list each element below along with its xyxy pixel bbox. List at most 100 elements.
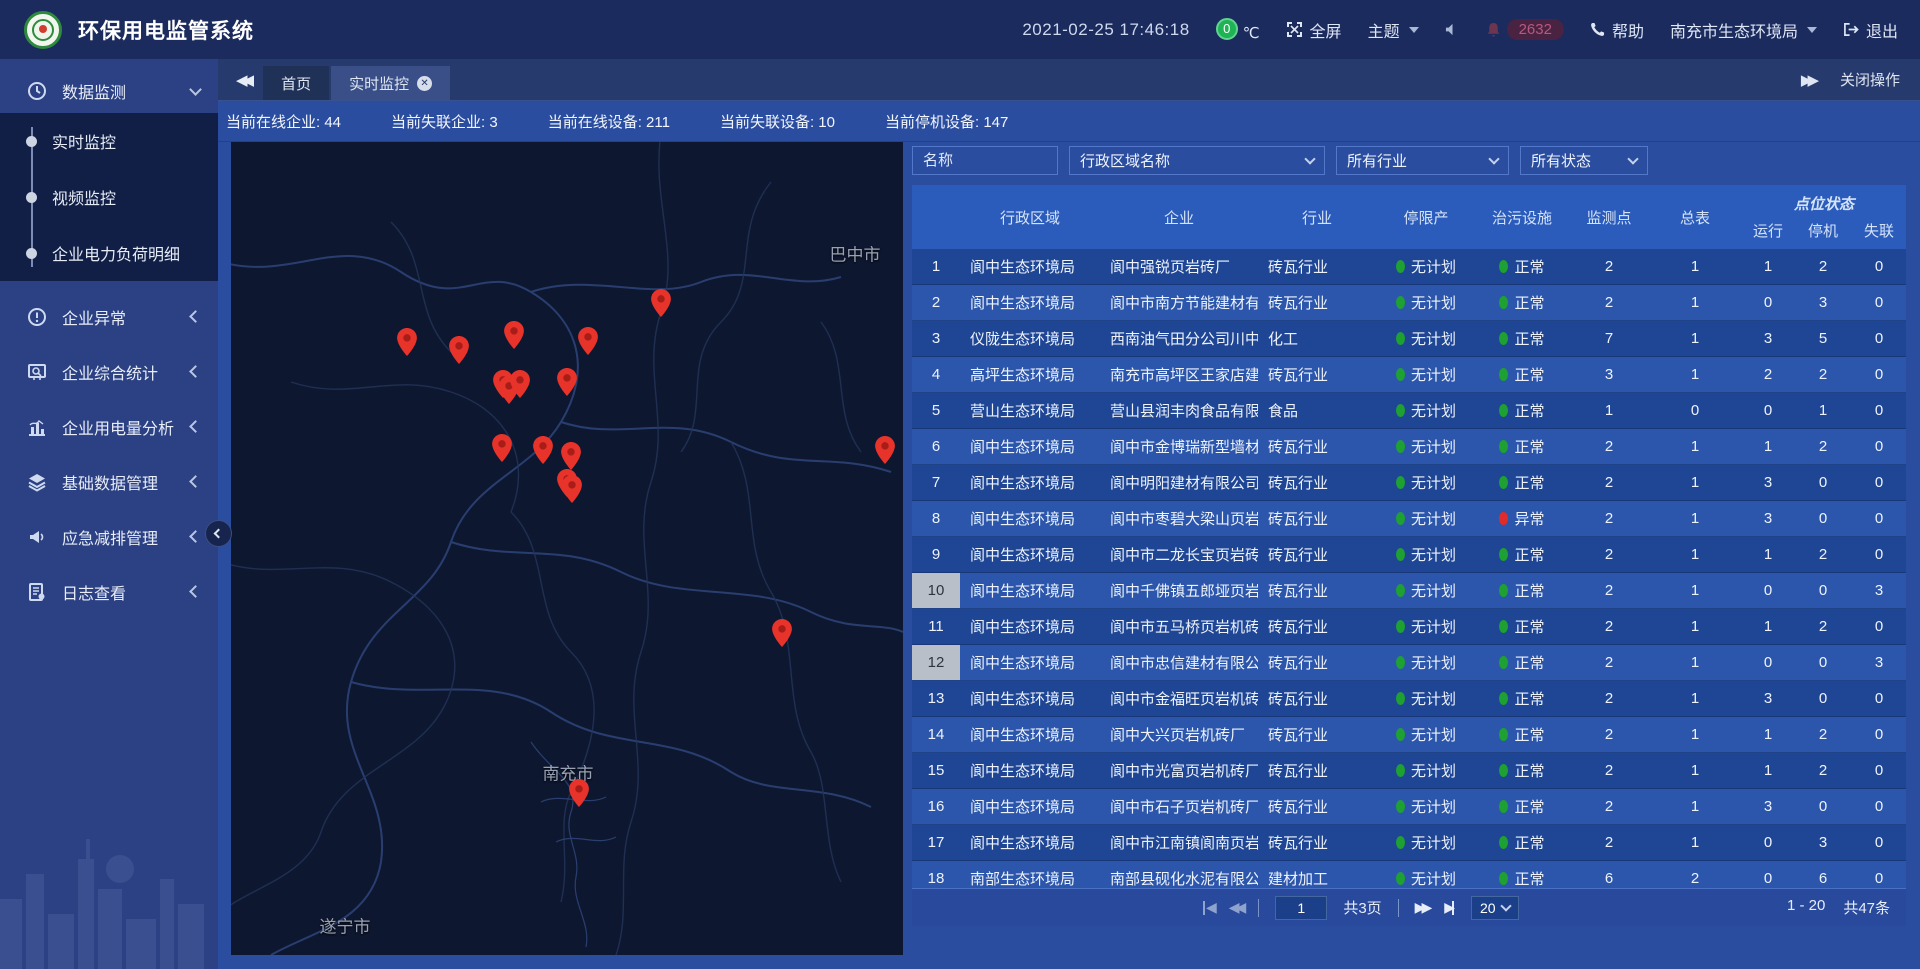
map-pin-icon[interactable]: [397, 328, 417, 356]
map-pin-icon[interactable]: [510, 370, 530, 398]
table-row[interactable]: 16阆中生态环境局阆中市石子页岩机砖厂砖瓦行业无计划正常21300: [912, 789, 1906, 825]
table-row[interactable]: 6阆中生态环境局阆中市金博瑞新型墙材砖瓦行业无计划正常21120: [912, 429, 1906, 465]
sidebar-collapse-toggle[interactable]: [205, 520, 232, 547]
sidebar-group-企业综合统计[interactable]: 企业综合统计: [0, 344, 218, 399]
notifications[interactable]: 2632: [1486, 19, 1564, 40]
table-row[interactable]: 13阆中生态环境局阆中市金福旺页岩机砖砖瓦行业无计划正常21300: [912, 681, 1906, 717]
sidebar-group-日志查看[interactable]: 日志查看: [0, 564, 218, 619]
map-pin-icon[interactable]: [533, 436, 553, 464]
table-row[interactable]: 1阆中生态环境局阆中强锐页岩砖厂砖瓦行业无计划正常21120: [912, 249, 1906, 285]
sidebar-group-label: 应急减排管理: [62, 525, 191, 549]
table-row[interactable]: 15阆中生态环境局阆中市光富页岩机砖厂砖瓦行业无计划正常21120: [912, 753, 1906, 789]
map-pin-icon[interactable]: [651, 289, 671, 317]
cell-meters: 1: [1650, 501, 1740, 536]
map-pin-icon[interactable]: [561, 442, 581, 470]
table-row[interactable]: 12阆中生态环境局阆中市忠信建材有限公砖瓦行业无计划正常21003: [912, 645, 1906, 681]
table-row[interactable]: 10阆中生态环境局阆中千佛镇五郎垭页岩砖瓦行业无计划正常21003: [912, 573, 1906, 609]
map-pin-icon[interactable]: [772, 619, 792, 647]
prev-page-button[interactable]: ◀◀: [1229, 899, 1243, 916]
cell-lost: 0: [1850, 717, 1906, 752]
map-pin-icon[interactable]: [449, 336, 469, 364]
bullet-dot-icon: [26, 248, 37, 259]
org-label: 南充市生态环境局: [1670, 18, 1798, 42]
cell-points: 2: [1568, 681, 1650, 716]
cell-lost: 0: [1850, 501, 1906, 536]
region-filter-select[interactable]: 行政区域名称: [1069, 146, 1325, 175]
status-dot-green-icon: [1499, 296, 1508, 309]
tab-首页[interactable]: 首页: [263, 66, 329, 100]
logout-button[interactable]: 退出: [1843, 18, 1898, 42]
org-dropdown[interactable]: 南充市生态环境局: [1670, 18, 1817, 42]
sidebar-group-企业异常[interactable]: 企业异常: [0, 289, 218, 344]
theme-dropdown[interactable]: 主题: [1368, 18, 1419, 42]
status-dot-green-icon: [1396, 260, 1405, 273]
last-page-button[interactable]: ▶: [1444, 899, 1455, 916]
cell-company: 阆中大兴页岩机砖厂: [1100, 717, 1258, 752]
page-number-input[interactable]: [1275, 896, 1327, 920]
status-dot-green-icon: [1396, 692, 1405, 705]
tab-label: 首页: [281, 73, 311, 94]
map-pin-icon[interactable]: [875, 436, 895, 464]
sidebar-item-企业电力负荷明细[interactable]: 企业电力负荷明细: [0, 225, 218, 281]
first-page-button[interactable]: ◀: [1202, 899, 1213, 916]
industry-filter-select[interactable]: 所有行业: [1336, 146, 1509, 175]
fullscreen-button[interactable]: 全屏: [1286, 18, 1342, 42]
sidebar-item-实时监控[interactable]: 实时监控: [0, 113, 218, 169]
status-filter-select[interactable]: 所有状态: [1520, 146, 1648, 175]
table-row[interactable]: 11阆中生态环境局阆中市五马桥页岩机砖砖瓦行业无计划正常21120: [912, 609, 1906, 645]
table-row[interactable]: 17阆中生态环境局阆中市江南镇阆南页岩砖瓦行业无计划正常21030: [912, 825, 1906, 861]
status-dot-green-icon: [1499, 584, 1508, 597]
table-row[interactable]: 5营山生态环境局营山县润丰肉食品有限食品无计划正常10010: [912, 393, 1906, 429]
name-filter-input[interactable]: [923, 152, 1047, 169]
help-button[interactable]: 帮助: [1590, 18, 1644, 42]
table-row[interactable]: 7阆中生态环境局阆中明阳建材有限公司砖瓦行业无计划正常21300: [912, 465, 1906, 501]
close-operations-dropdown[interactable]: 关闭操作: [1840, 69, 1900, 90]
bar-chart-icon: [26, 417, 48, 437]
cell-region: 阆中生态环境局: [960, 717, 1100, 752]
table-row[interactable]: 14阆中生态环境局阆中大兴页岩机砖厂砖瓦行业无计划正常21120: [912, 717, 1906, 753]
cell-limit: 无计划: [1376, 609, 1476, 644]
tab-scroll-right-icon[interactable]: ▶▶: [1801, 71, 1814, 89]
page-size-select[interactable]: 20: [1471, 896, 1519, 920]
map-pin-icon[interactable]: [557, 368, 577, 396]
sidebar-group-数据监测[interactable]: 数据监测: [0, 69, 218, 113]
name-filter[interactable]: [912, 146, 1058, 175]
table-row[interactable]: 8阆中生态环境局阆中市枣碧大梁山页岩砖瓦行业无计划异常21300: [912, 501, 1906, 537]
cell-company: 西南油气田分公司川中: [1100, 321, 1258, 356]
chevron-down-icon: [1304, 153, 1315, 164]
sidebar-group-基础数据管理[interactable]: 基础数据管理: [0, 454, 218, 509]
sidebar-group-应急减排管理[interactable]: 应急减排管理: [0, 509, 218, 564]
app-title: 环保用电监管系统: [78, 15, 254, 45]
sidebar-item-视频监控[interactable]: 视频监控: [0, 169, 218, 225]
stat-当前在线企业: 当前在线企业: 44: [226, 111, 341, 132]
table-row[interactable]: 2阆中生态环境局阆中市南方节能建材有砖瓦行业无计划正常21030: [912, 285, 1906, 321]
sidebar-item-label: 企业电力负荷明细: [52, 241, 180, 265]
map-pin-icon[interactable]: [562, 475, 582, 503]
help-label: 帮助: [1612, 18, 1644, 42]
tab-实时监控[interactable]: 实时监控✕: [331, 66, 450, 100]
cell-facility: 正常: [1476, 465, 1568, 500]
map-pin-icon[interactable]: [504, 321, 524, 349]
mute-speaker-button[interactable]: [1445, 22, 1460, 37]
cell-industry: 砖瓦行业: [1258, 357, 1376, 392]
cell-facility: 正常: [1476, 429, 1568, 464]
tab-close-icon[interactable]: ✕: [417, 76, 432, 91]
map-pin-icon[interactable]: [578, 327, 598, 355]
cell-meters: 1: [1650, 285, 1740, 320]
cell-lost: 0: [1850, 753, 1906, 788]
table-row[interactable]: 18南部生态环境局南部县砚化水泥有限公建材加工无计划正常62060: [912, 861, 1906, 888]
sidebar-group-企业用电量分析[interactable]: 企业用电量分析: [0, 399, 218, 454]
cell-limit: 无计划: [1376, 861, 1476, 888]
map-pin-icon[interactable]: [492, 434, 512, 462]
tab-scroll-left-icon[interactable]: ◀◀: [236, 71, 249, 89]
cell-industry: 砖瓦行业: [1258, 573, 1376, 608]
next-page-button[interactable]: ▶▶: [1415, 899, 1429, 916]
map-panel[interactable]: 巴中市 南充市 遂宁市: [231, 142, 903, 955]
cell-limit: 无计划: [1376, 429, 1476, 464]
cell-region: 仪陇生态环境局: [960, 321, 1100, 356]
table-row[interactable]: 9阆中生态环境局阆中市二龙长宝页岩砖砖瓦行业无计划正常21120: [912, 537, 1906, 573]
table-row[interactable]: 3仪陇生态环境局西南油气田分公司川中化工无计划正常71350: [912, 321, 1906, 357]
table-row[interactable]: 4高坪生态环境局南充市高坪区王家店建砖瓦行业无计划正常31220: [912, 357, 1906, 393]
map-pin-icon[interactable]: [569, 779, 589, 807]
sidebar-group-label: 企业用电量分析: [62, 415, 191, 439]
